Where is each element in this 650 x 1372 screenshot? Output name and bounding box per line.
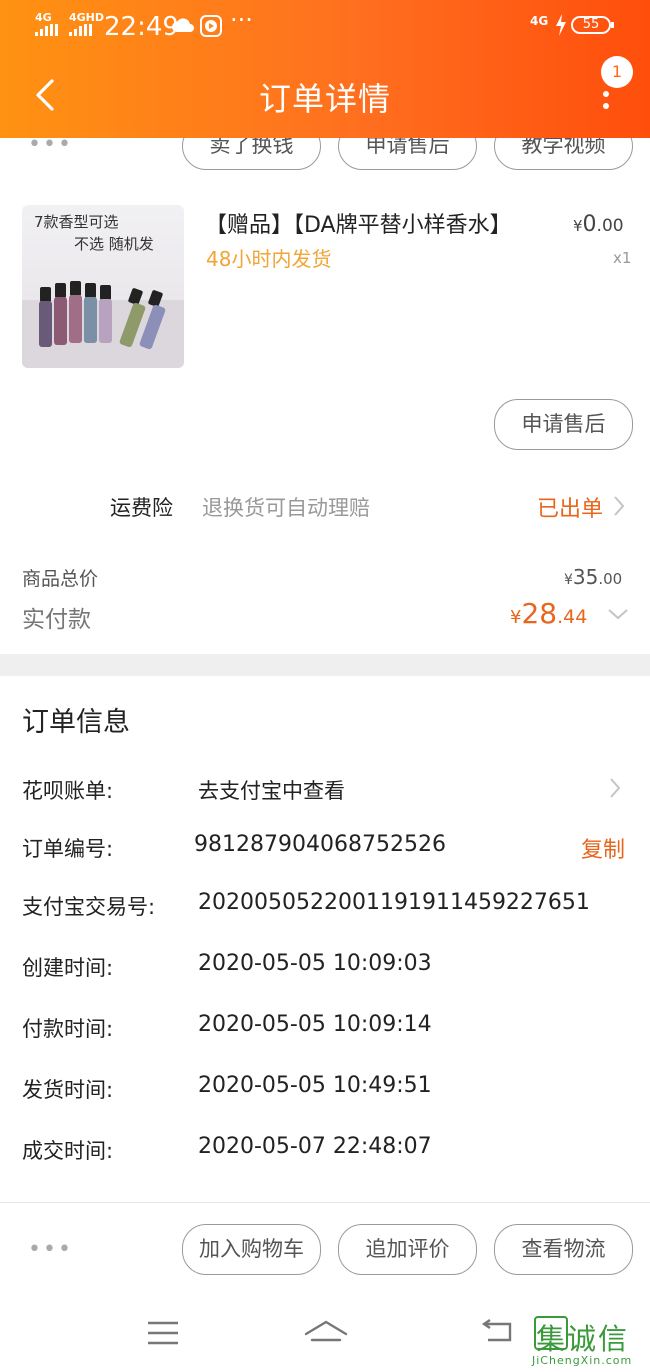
signal-label-2: 4GHD bbox=[69, 11, 105, 24]
message-badge[interactable]: 1 bbox=[601, 56, 633, 88]
alipay-trade-label: 支付宝交易号: bbox=[22, 895, 156, 919]
completed-time-label: 成交时间: bbox=[22, 1139, 114, 1163]
alipay-trade-value: 2020050522001191911459227651 bbox=[198, 890, 590, 915]
home-icon[interactable] bbox=[303, 1318, 349, 1348]
goods-total-label: 商品总价 bbox=[22, 568, 99, 590]
bottle-cap bbox=[55, 283, 66, 298]
bottle-cap bbox=[40, 287, 51, 302]
chevron-right-icon bbox=[614, 496, 625, 516]
after-sale-button[interactable]: 申请售后 bbox=[494, 399, 633, 450]
watermark-chars: 集诚信 bbox=[536, 1322, 630, 1356]
video-app-icon bbox=[200, 15, 222, 37]
watermark: 集诚信 JiChengXin.com bbox=[532, 1314, 650, 1372]
signal-label-1: 4G bbox=[35, 11, 52, 24]
status-time: 22:49 bbox=[104, 12, 179, 42]
paid-decimal: .44 bbox=[557, 606, 588, 628]
bottle bbox=[39, 301, 52, 347]
battery-indicator: 55 bbox=[571, 16, 611, 34]
more-dots-icon[interactable]: ••• bbox=[28, 138, 73, 157]
created-time-value: 2020-05-05 10:09:03 bbox=[198, 951, 432, 976]
insurance-label: 运费险 bbox=[110, 496, 173, 520]
paid-label: 实付款 bbox=[22, 607, 91, 633]
bottle-cap bbox=[85, 283, 96, 298]
watermark-url: JiChengXin.com bbox=[532, 1354, 633, 1367]
goods-decimal: .00 bbox=[598, 570, 623, 588]
image-caption-1: 7款香型可选 bbox=[34, 213, 119, 231]
paid-integer: 28 bbox=[521, 597, 558, 630]
copy-button[interactable]: 复制 bbox=[581, 832, 625, 864]
image-caption-2: 不选 随机发 bbox=[74, 235, 154, 253]
battery-tip bbox=[611, 22, 614, 28]
more-dots-icon[interactable]: ••• bbox=[28, 1237, 73, 1262]
bottle-cap bbox=[100, 285, 111, 300]
product-quantity: x1 bbox=[613, 249, 632, 267]
price-integer: 0 bbox=[582, 212, 597, 237]
back-nav-icon[interactable] bbox=[478, 1318, 514, 1348]
order-number-label: 订单编号: bbox=[22, 837, 114, 861]
tutorial-video-button[interactable]: 教学视频 bbox=[494, 138, 633, 170]
bottle bbox=[54, 297, 67, 345]
view-logistics-button[interactable]: 查看物流 bbox=[494, 1224, 633, 1275]
product-name[interactable]: 【赠品】【DA牌平替小样香水】 bbox=[205, 207, 512, 239]
more-vertical-icon[interactable] bbox=[596, 86, 616, 116]
bottom-action-bar: ••• 加入购物车 追加评价 查看物流 bbox=[0, 1203, 650, 1290]
price-symbol: ¥ bbox=[573, 217, 583, 235]
add-to-cart-button[interactable]: 加入购物车 bbox=[182, 1224, 321, 1275]
shipped-time-label: 发货时间: bbox=[22, 1078, 114, 1102]
product-image[interactable]: 7款香型可选 不选 随机发 bbox=[22, 205, 184, 368]
order-number-value: 981287904068752526 bbox=[194, 832, 446, 857]
huabei-label: 花呗账单: bbox=[22, 779, 114, 803]
chevron-right-icon[interactable] bbox=[608, 776, 622, 800]
completed-time-value: 2020-05-07 22:48:07 bbox=[198, 1134, 432, 1159]
payment-time-label: 付款时间: bbox=[22, 1017, 114, 1041]
bottle-cap bbox=[70, 281, 81, 296]
price-decimal: .00 bbox=[596, 216, 624, 236]
goods-integer: 35 bbox=[572, 565, 599, 589]
shipping-insurance-row[interactable]: 运费险 退换货可自动理赔 已出单 bbox=[0, 480, 650, 530]
paid-symbol: ¥ bbox=[510, 607, 522, 628]
created-time-label: 创建时间: bbox=[22, 956, 114, 980]
bottle bbox=[99, 299, 112, 343]
shipping-note: 48小时内发货 bbox=[206, 247, 332, 271]
network-label: 4G bbox=[530, 14, 549, 28]
header-bar: 4G 4GHD 22:49 ··· 4G 55 订单详情 1 bbox=[0, 0, 650, 138]
shipped-time-value: 2020-05-05 10:49:51 bbox=[198, 1073, 432, 1098]
goods-total-value: ¥35.00 bbox=[564, 565, 622, 589]
sell-button[interactable]: 卖了换钱 bbox=[182, 138, 321, 170]
bottle bbox=[84, 297, 97, 343]
system-nav-bar: 集诚信 JiChengXin.com bbox=[0, 1290, 650, 1372]
product-price: ¥0.00 bbox=[573, 212, 624, 237]
page-title: 订单详情 bbox=[258, 80, 391, 118]
cloud-icon bbox=[172, 18, 194, 32]
after-sale-button-top[interactable]: 申请售后 bbox=[338, 138, 477, 170]
paid-value[interactable]: ¥28.44 bbox=[510, 597, 587, 630]
payment-time-value: 2020-05-05 10:09:14 bbox=[198, 1012, 432, 1037]
order-info-title: 订单信息 bbox=[22, 707, 130, 738]
add-review-button[interactable]: 追加评价 bbox=[338, 1224, 477, 1275]
menu-icon[interactable] bbox=[146, 1320, 180, 1346]
top-action-row: ••• 卖了换钱 申请售后 教学视频 bbox=[0, 138, 650, 174]
section-divider bbox=[0, 654, 650, 676]
huabei-value[interactable]: 去支付宝中查看 bbox=[198, 775, 345, 805]
insurance-description: 退换货可自动理赔 bbox=[202, 496, 370, 520]
goods-symbol: ¥ bbox=[564, 572, 573, 588]
charging-icon bbox=[556, 14, 566, 36]
bottle bbox=[69, 295, 82, 343]
status-more: ··· bbox=[230, 6, 253, 34]
insurance-status: 已出单 bbox=[537, 497, 604, 522]
chevron-down-icon[interactable] bbox=[606, 606, 630, 622]
